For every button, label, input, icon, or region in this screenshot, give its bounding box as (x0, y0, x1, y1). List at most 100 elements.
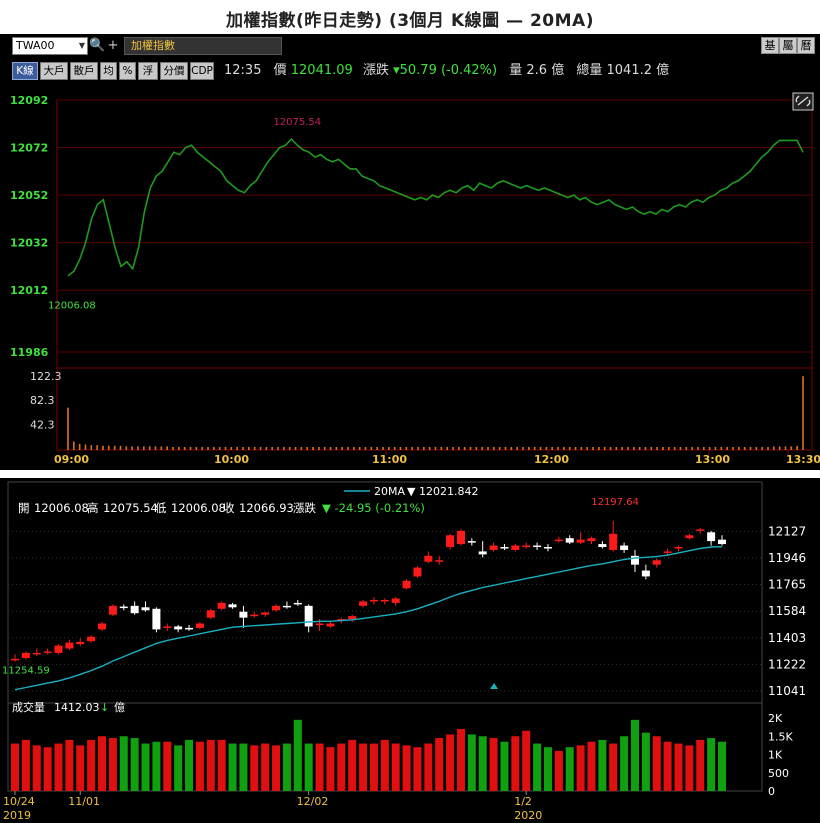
candle (239, 605, 248, 628)
candle (554, 536, 563, 543)
plot-frame (56, 99, 813, 451)
candle-body (554, 539, 563, 542)
x-tick-label: 11:00 (372, 453, 407, 466)
candle-body (326, 623, 335, 627)
candle (609, 520, 618, 552)
cursor-marker-icon (490, 683, 498, 689)
candle-body (446, 535, 455, 548)
daily-volume-bar (315, 743, 324, 791)
candle-body (413, 567, 422, 577)
candle (533, 542, 542, 550)
candle (630, 549, 639, 573)
volume-down-arrow-icon: ↓ (100, 701, 109, 714)
candle-body (272, 605, 281, 611)
x-tick-label: 11/01 (68, 795, 100, 808)
daily-volume-bar (522, 730, 531, 791)
candle (391, 597, 400, 606)
candle (98, 622, 107, 631)
daily-volume-bar (565, 747, 574, 791)
daily-volume-bar (54, 743, 63, 791)
daily-volume-bar (467, 734, 476, 791)
x-tick-label: 10:00 (214, 453, 249, 466)
volume-y-tick-label: 2K (768, 712, 783, 725)
candle-body (228, 604, 237, 608)
y-tick-label: 11041 (768, 684, 806, 698)
candle (620, 542, 629, 553)
x-tick-label: 09:00 (54, 453, 89, 466)
candle-body (598, 544, 607, 548)
candle-body (543, 547, 552, 549)
candle-body (152, 608, 161, 630)
candle-body (576, 539, 585, 543)
ma20-line (14, 546, 723, 691)
candle (282, 601, 291, 609)
candle (511, 544, 520, 552)
volume-y-tick-label: 1K (768, 749, 783, 762)
daily-volume-bar (391, 743, 400, 791)
low-value: 12006.08 (171, 501, 226, 515)
intraday-high-label: 12075.54 (273, 117, 321, 128)
candle (522, 542, 531, 549)
daily-volume-bar (641, 732, 650, 791)
daily-volume-bar (130, 738, 139, 791)
ohlc-readout: 開 12006.08 高 12075.54 低 12006.08 收 12066… (18, 501, 425, 515)
y-tick-label: 11946 (768, 551, 806, 565)
daily-volume-bar (98, 736, 107, 791)
daily-kline-chart: 20MA ▼ 12021.842 開 12006.08 高 12075.54 低… (2, 481, 806, 822)
candle (217, 601, 226, 611)
candle-body (98, 623, 107, 630)
candle (54, 644, 63, 655)
candle (652, 558, 661, 568)
daily-volume-bar (380, 739, 389, 791)
x-tick-label: 12:00 (534, 453, 569, 466)
volume-y-tick-label: 0 (768, 785, 775, 798)
candle-body (511, 545, 520, 550)
candle (11, 654, 19, 662)
candle (402, 579, 411, 590)
y-tick-label: 11222 (768, 657, 806, 671)
daily-volume-bar (359, 743, 368, 791)
candle (21, 651, 30, 660)
daily-volume-bar (402, 745, 411, 791)
candle-body (652, 560, 661, 565)
candle-body (489, 545, 498, 550)
daily-volume-bar (587, 741, 596, 791)
daily-low-label: 11254.59 (2, 666, 50, 677)
candle-body (32, 652, 41, 655)
candle (141, 601, 150, 612)
daily-volume-bar (174, 745, 183, 791)
x-tick-label: 13:00 (695, 453, 730, 466)
daily-volume-bar (228, 743, 237, 791)
candle-body (130, 605, 139, 614)
daily-volume-bar (76, 745, 85, 791)
candle (174, 624, 183, 633)
daily-volume-bar (446, 734, 455, 791)
candle (543, 544, 552, 552)
candle-body (21, 652, 30, 659)
daily-volume-bar (141, 743, 150, 791)
daily-volume-bar (718, 741, 726, 791)
candle (326, 622, 335, 628)
candle (43, 648, 52, 655)
daily-volume-bar (554, 750, 563, 791)
candle-body (641, 570, 650, 577)
candle (598, 541, 607, 549)
candle-body (163, 626, 172, 628)
candle-body (609, 533, 618, 550)
candle-body (587, 538, 596, 542)
candle-body (718, 539, 726, 545)
x-tick-label: 13:30 (786, 453, 820, 466)
candle-body (315, 623, 324, 626)
daily-volume-bar (511, 736, 520, 791)
candle-body (620, 545, 629, 550)
candle (228, 602, 237, 609)
candle-body (141, 607, 150, 611)
daily-volume-bar (261, 743, 270, 791)
candle-body (696, 529, 705, 531)
high-label: 高 (87, 501, 99, 515)
ma-legend: 20MA ▼ 12021.842 (344, 485, 478, 498)
daily-volume-bar (250, 745, 259, 791)
intraday-price-line (67, 137, 804, 277)
link-icon[interactable] (792, 92, 814, 111)
daily-volume-bar (87, 739, 96, 791)
